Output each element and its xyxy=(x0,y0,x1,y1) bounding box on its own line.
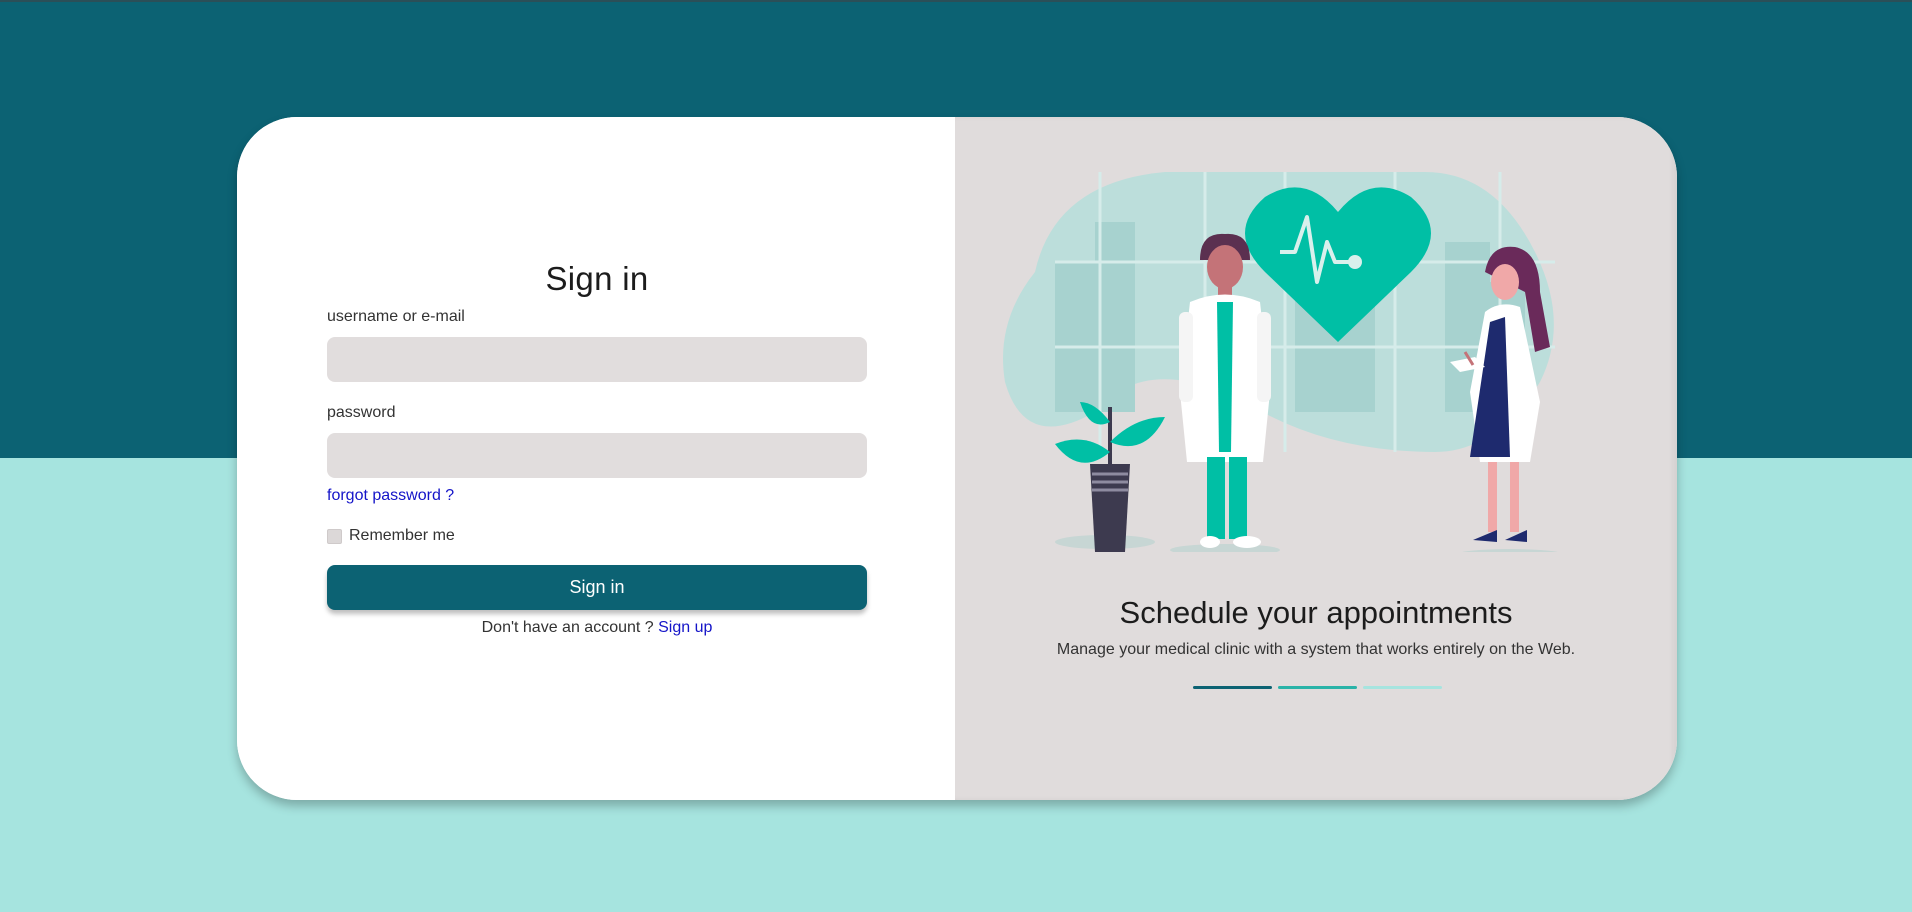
medical-illustration xyxy=(1003,172,1558,552)
login-panel: Sign in username or e-mail password forg… xyxy=(237,117,955,800)
carousel-indicators xyxy=(1193,686,1442,689)
password-label: password xyxy=(327,404,396,421)
sign-in-button[interactable]: Sign in xyxy=(327,565,867,610)
remember-me-row[interactable]: Remember me xyxy=(327,527,867,545)
password-input[interactable] xyxy=(327,433,867,478)
page-title: Sign in xyxy=(545,260,649,297)
username-input[interactable] xyxy=(327,337,867,382)
carousel-indicator-3[interactable] xyxy=(1363,686,1442,689)
signup-prompt: Don't have an account ? xyxy=(481,619,654,636)
promo-subtitle: Manage your medical clinic with a system… xyxy=(1056,641,1576,658)
remember-me-checkbox[interactable] xyxy=(327,528,342,544)
auth-card: Sign in username or e-mail password forg… xyxy=(237,117,1677,800)
sign-up-link[interactable]: Sign up xyxy=(658,619,712,636)
promo-title: Schedule your appointments xyxy=(1119,595,1513,630)
promo-panel: Schedule your appointments Manage your m… xyxy=(955,117,1677,800)
carousel-indicator-2[interactable] xyxy=(1278,686,1357,689)
signup-row: Don't have an account ? Sign up xyxy=(327,619,867,637)
login-form: Sign in username or e-mail password forg… xyxy=(327,260,867,637)
carousel-indicator-1[interactable] xyxy=(1193,686,1272,689)
potted-plant-icon xyxy=(1055,402,1165,552)
username-label: username or e-mail xyxy=(327,308,465,325)
remember-me-label: Remember me xyxy=(349,527,455,544)
forgot-password-link[interactable]: forgot password ? xyxy=(327,487,867,505)
